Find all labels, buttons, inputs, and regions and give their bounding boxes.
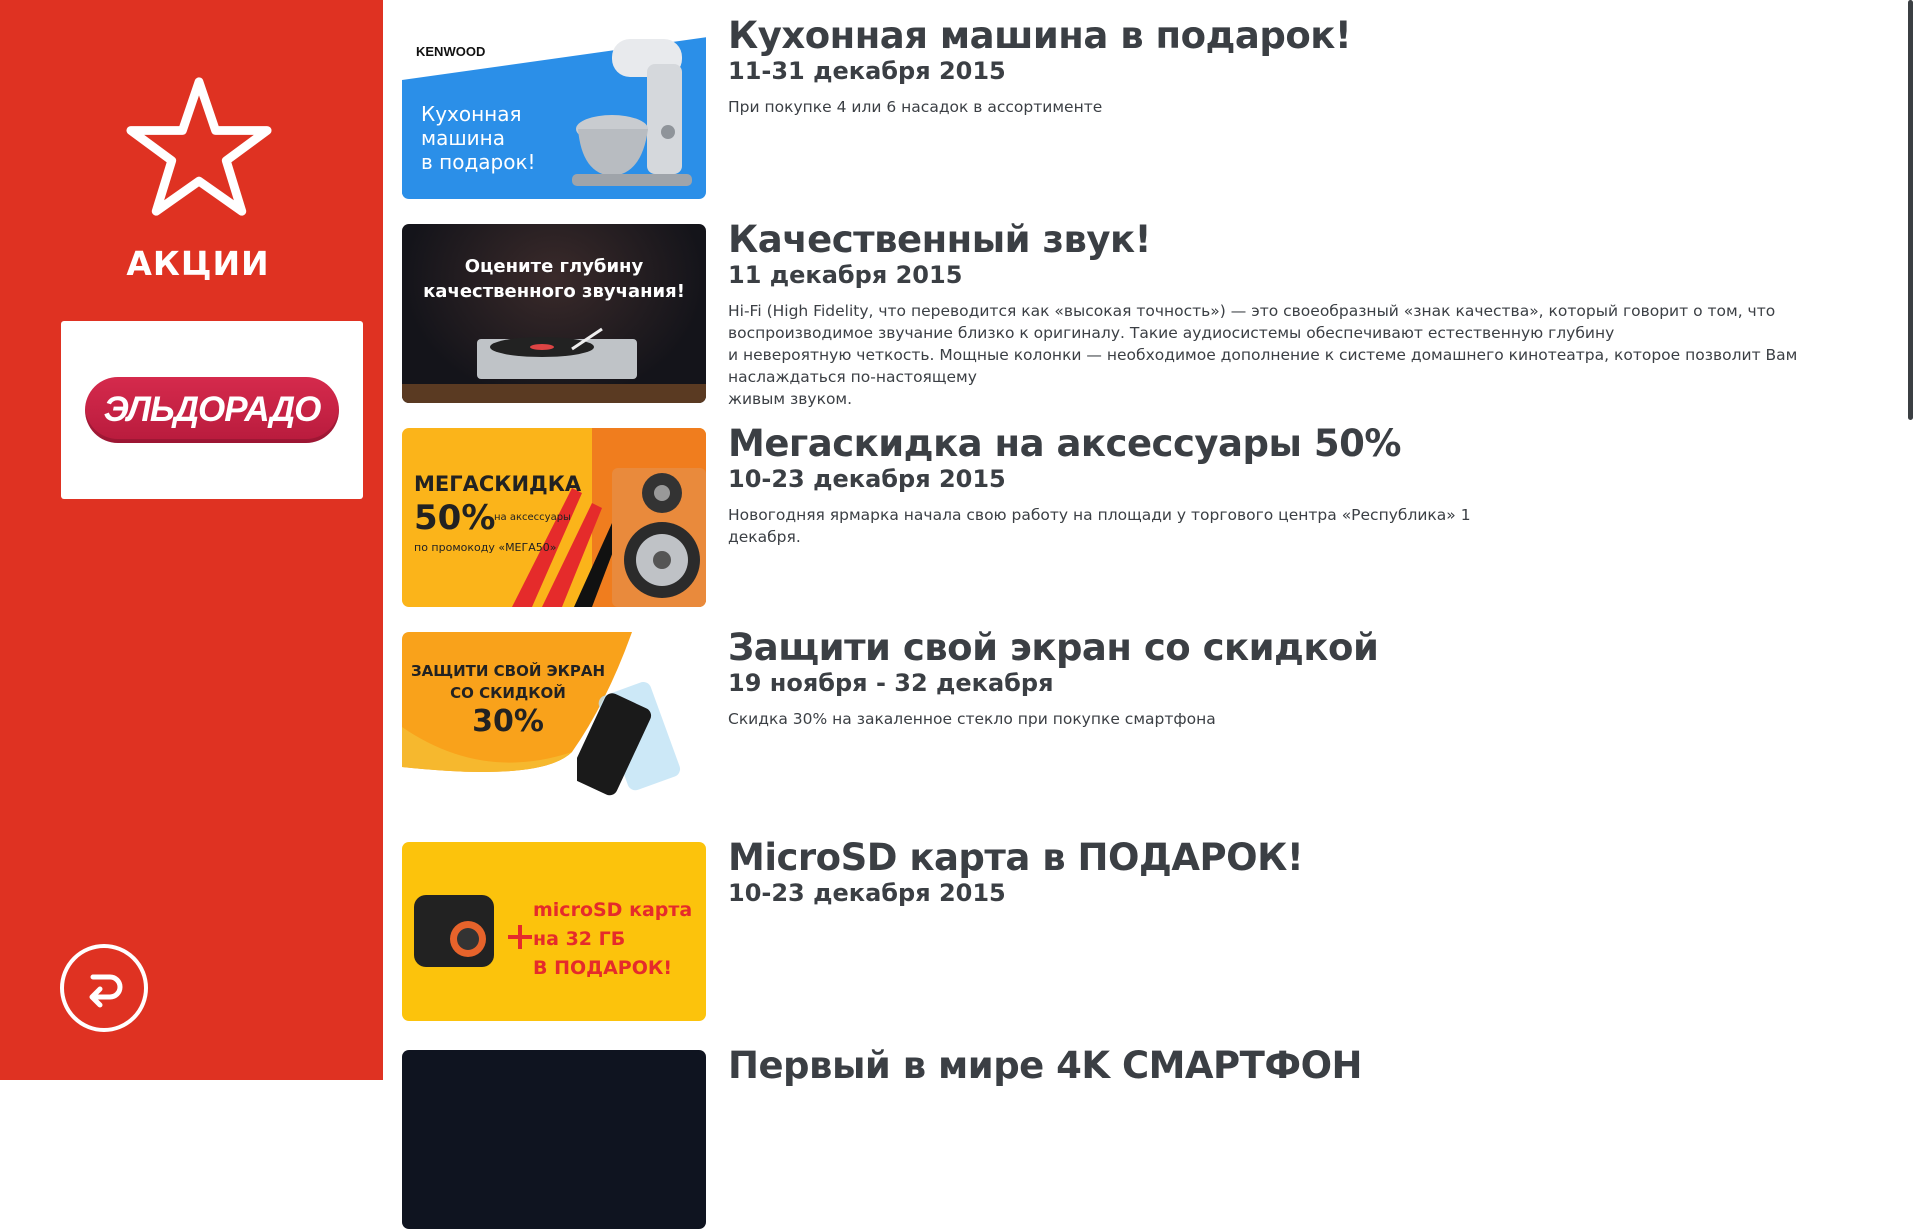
banner-small-text: на аксессуары <box>494 512 571 523</box>
promo-item-accessories-sale[interactable]: МЕГАСКИДКА 50% на аксессуары по промокод… <box>402 422 1892 608</box>
section-title: АКЦИИ <box>126 244 270 283</box>
banner-brand: KENWOOD <box>416 44 486 59</box>
promo-description: Hi-Fi (High Fidelity, что переводится ка… <box>728 302 1798 408</box>
smartphone-image <box>577 682 681 796</box>
scrollbar[interactable] <box>1908 0 1913 420</box>
promo-item-kitchen-machine[interactable]: KENWOOD Кухонная машина в подарок! Кухон… <box>402 14 1892 200</box>
promo-dates: 11-31 декабря 2015 <box>728 57 1006 85</box>
promo-description: При покупке 4 или 6 насадок в ассортимен… <box>728 98 1103 116</box>
promo-item-screen-protection[interactable]: ЗАЩИТИ СВОЙ ЭКРАН СО СКИДКОЙ 30% Защити … <box>402 626 1892 812</box>
promo-title: MicroSD карта в ПОДАРОК! <box>728 836 1304 879</box>
promo-dates: 19 ноября - 32 декабря <box>728 669 1054 697</box>
store-logo-card: ЭЛЬДОРАДО <box>61 321 363 499</box>
promo-description: Скидка 30% на закаленное стекло при поку… <box>728 710 1216 728</box>
promo-banner-4k-smartphone <box>402 1050 706 1229</box>
promo-title: Защити свой экран со скидкой <box>728 626 1379 669</box>
promo-banner-quality-sound: Оцените глубину качественного звучания! <box>402 224 706 403</box>
banner-percent: 50% <box>414 498 496 538</box>
promo-banner-screen-protection: ЗАЩИТИ СВОЙ ЭКРАН СО СКИДКОЙ 30% <box>402 632 706 811</box>
promo-banner-accessories-sale: МЕГАСКИДКА 50% на аксессуары по промокод… <box>402 428 706 607</box>
banner-text: Кухонная машина в подарок! <box>421 102 536 174</box>
promo-title: Первый в мире 4K СМАРТФОН <box>728 1044 1363 1087</box>
banner-headline: МЕГАСКИДКА <box>414 472 582 496</box>
store-logo-text: ЭЛЬДОРАДО <box>103 390 322 429</box>
promo-description: Новогодняя ярмарка начала свою работу на… <box>728 506 1471 546</box>
turntable-image <box>477 327 637 379</box>
banner-text: microSD карта на 32 ГБ В ПОДАРОК! <box>533 899 693 979</box>
promo-dates: 11 декабря 2015 <box>728 261 963 289</box>
promo-item-microsd-gift[interactable]: microSD карта на 32 ГБ В ПОДАРОК! MicroS… <box>402 836 1892 1022</box>
back-button[interactable] <box>60 944 148 1032</box>
mixer-image <box>572 39 692 186</box>
promo-title: Мегаскидка на аксессуары 50% <box>728 422 1401 465</box>
promo-banner-kitchen-machine: KENWOOD Кухонная машина в подарок! <box>402 20 706 199</box>
promo-item-quality-sound[interactable]: Оцените глубину качественного звучания! … <box>402 218 1892 408</box>
promo-dates: 10-23 декабря 2015 <box>728 465 1006 493</box>
promo-title: Качественный звук! <box>728 218 1152 261</box>
sidebar: АКЦИИ ЭЛЬДОРАДО <box>0 0 383 1080</box>
promo-banner-microsd-gift: microSD карта на 32 ГБ В ПОДАРОК! <box>402 842 706 1021</box>
back-arrow-icon <box>89 974 123 1008</box>
promo-dates: 10-23 декабря 2015 <box>728 879 1006 907</box>
promo-title: Кухонная машина в подарок! <box>728 14 1352 57</box>
banner-promo-code: по промокоду «МЕГА50» <box>414 541 557 554</box>
banner-text: Оцените глубину качественного звучания! <box>423 256 685 302</box>
promo-item-4k-smartphone[interactable]: Первый в мире 4K СМАРТФОН <box>402 1044 1892 1230</box>
star-icon <box>126 77 272 216</box>
store-logo: ЭЛЬДОРАДО <box>85 377 339 443</box>
